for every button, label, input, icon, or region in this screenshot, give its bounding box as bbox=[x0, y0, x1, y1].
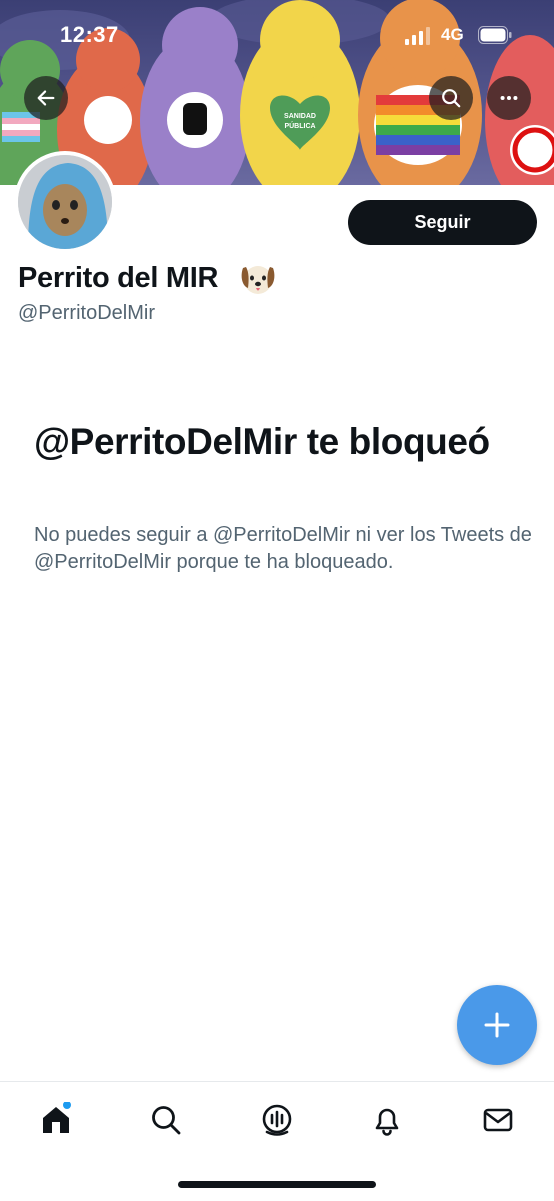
search-icon bbox=[152, 1106, 181, 1135]
badge-text-publica: PÚBLICA bbox=[284, 121, 315, 130]
avatar-image bbox=[18, 155, 112, 249]
compose-tweet-button[interactable] bbox=[457, 985, 537, 1065]
signal-icon bbox=[405, 27, 430, 45]
badge-text-sanidad: SANIDAD bbox=[284, 113, 316, 120]
tab-home[interactable] bbox=[36, 1100, 76, 1140]
back-button[interactable] bbox=[24, 76, 68, 120]
blocked-title: @PerritoDelMir te bloqueó bbox=[34, 421, 490, 462]
tab-notifications[interactable] bbox=[367, 1100, 407, 1140]
profile-display-name: Perrito del MIR bbox=[18, 262, 219, 294]
spaces-icon bbox=[262, 1104, 292, 1136]
status-bar: 12:37 4G bbox=[0, 0, 554, 70]
status-time: 12:37 bbox=[60, 22, 119, 47]
blocked-description: No puedes seguir a @PerritoDelMir ni ver… bbox=[34, 524, 532, 573]
follow-button[interactable]: Seguir bbox=[348, 200, 537, 245]
network-type: 4G bbox=[441, 25, 464, 44]
mail-icon bbox=[483, 1108, 513, 1132]
home-icon bbox=[43, 1102, 71, 1133]
more-options-button[interactable] bbox=[487, 76, 531, 120]
more-horizontal-icon bbox=[500, 95, 518, 101]
dog-face-emoji bbox=[241, 266, 275, 294]
home-indicator bbox=[178, 1181, 376, 1188]
tab-search[interactable] bbox=[146, 1100, 186, 1140]
search-button[interactable] bbox=[429, 76, 473, 120]
search-icon bbox=[442, 89, 461, 108]
plus-icon bbox=[484, 1012, 510, 1038]
battery-icon bbox=[478, 26, 512, 44]
arrow-left-icon bbox=[37, 90, 55, 106]
bell-icon bbox=[375, 1108, 399, 1136]
avatar[interactable] bbox=[14, 151, 116, 253]
tab-messages[interactable] bbox=[478, 1100, 518, 1140]
tab-spaces[interactable] bbox=[257, 1100, 297, 1140]
profile-handle: @PerritoDelMir bbox=[18, 302, 155, 324]
